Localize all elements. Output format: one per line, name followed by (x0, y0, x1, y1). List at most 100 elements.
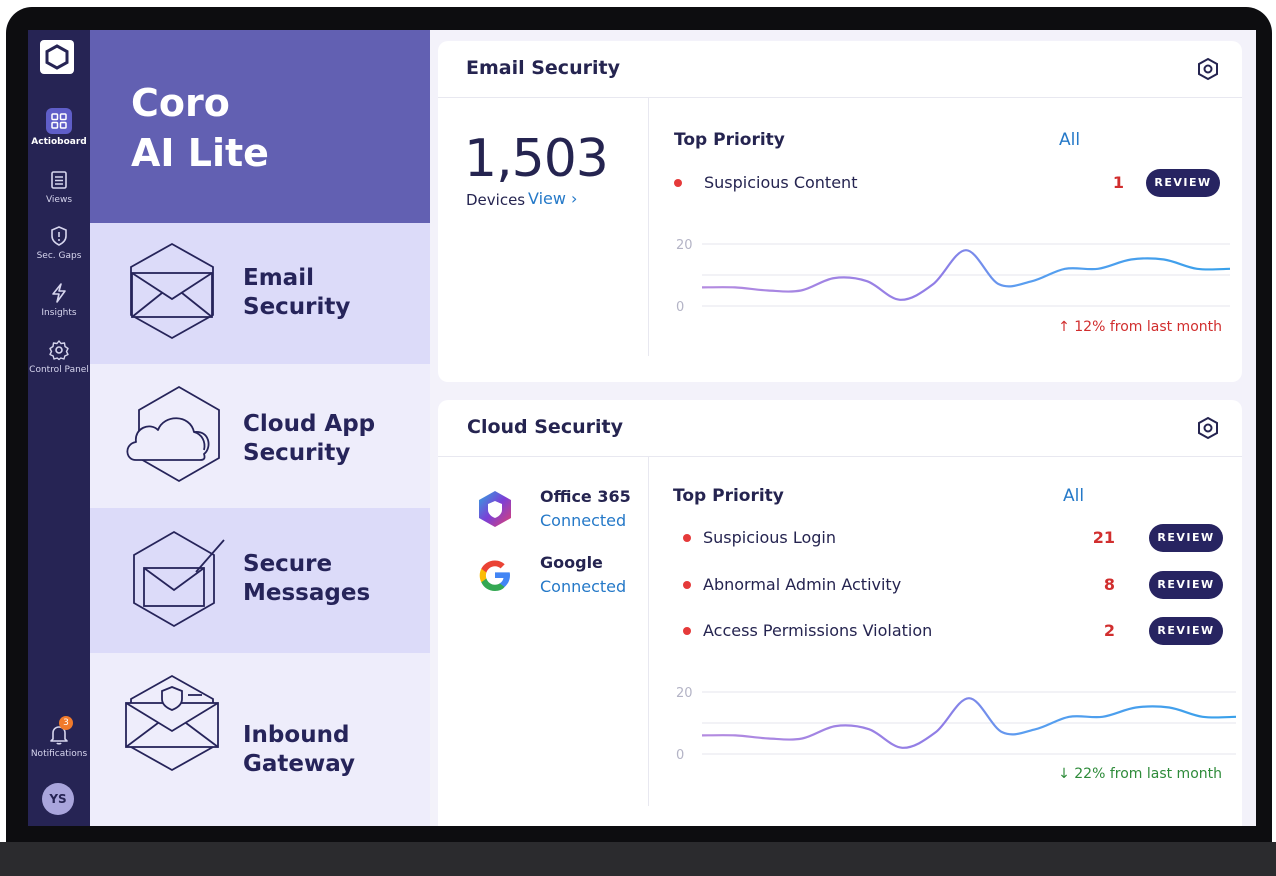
trend-indicator: ↓ 22% from last month (1058, 766, 1222, 782)
devices-count: 1,503 (464, 129, 609, 189)
cloud-trend-chart: 20 0 (676, 686, 1237, 763)
hexagon-logo-icon (45, 44, 69, 70)
sidebar-item-label: Sec. Gaps (36, 251, 82, 261)
google-icon (479, 560, 510, 591)
all-link[interactable]: All (1059, 130, 1080, 150)
card-divider (648, 97, 649, 356)
grid-icon (46, 108, 72, 134)
sidebar-item-label: Control Panel (29, 365, 89, 375)
card-title: Email Security (466, 57, 620, 79)
gear-icon (49, 340, 69, 361)
review-button[interactable]: REVIEW (1146, 169, 1220, 197)
secure-messages-icon (133, 530, 225, 628)
alert-name: Suspicious Login (703, 528, 836, 547)
product-secure-messages[interactable]: Secure Messages (90, 508, 430, 653)
product-name-line1: Email (243, 265, 314, 291)
devices-label: Devices (466, 191, 526, 209)
inbound-gateway-icon (125, 674, 219, 772)
y-tick-label: 0 (676, 300, 684, 315)
alert-row: Abnormal Admin Activity 8 REVIEW (683, 571, 1243, 599)
notification-count-badge: 3 (59, 716, 73, 730)
brand-title: Coro AI Lite (131, 78, 269, 178)
alert-dot (683, 534, 691, 542)
coro-logo[interactable] (40, 40, 74, 74)
sidebar-item-sec-gaps[interactable]: Sec. Gaps (28, 224, 90, 261)
review-button[interactable]: REVIEW (1149, 617, 1223, 645)
alert-dot (683, 627, 691, 635)
email-security-icon (130, 242, 214, 340)
connection-status: Connected (540, 511, 627, 530)
card-header: Email Security (438, 41, 1242, 98)
sidebar-item-views[interactable]: Views (28, 168, 90, 205)
brand-title-line1: Coro (131, 81, 230, 125)
connection-status: Connected (540, 577, 627, 596)
product-name-line1: Cloud App (243, 411, 376, 437)
lightning-icon (52, 283, 66, 303)
card-header: Cloud Security (438, 400, 1242, 457)
y-tick-label: 20 (676, 686, 693, 701)
sidebar-item-label: Actioboard (31, 137, 87, 147)
alert-name: Abnormal Admin Activity (703, 575, 902, 594)
brand-banner: Coro AI Lite (90, 30, 430, 223)
office365-icon (479, 491, 511, 527)
alert-row: Suspicious Login 21 REVIEW (683, 524, 1243, 552)
alert-count: 21 (1092, 528, 1115, 547)
cloud-security-card: Cloud Security Office 365 Connected Goog… (438, 400, 1242, 826)
product-name-line2: Messages (243, 580, 371, 606)
hexagon-settings-icon[interactable] (1196, 416, 1220, 440)
product-name-line2: Security (243, 440, 351, 466)
connection-name: Office 365 (540, 487, 631, 506)
email-security-card: Email Security 1,503 Devices View › Top … (438, 41, 1242, 382)
product-cloud-app-security[interactable]: Cloud App Security (90, 364, 430, 508)
product-name-line1: Inbound (243, 722, 350, 748)
user-avatar[interactable]: YS (42, 783, 74, 815)
sidebar-item-label: Notifications (30, 749, 88, 759)
product-email-security[interactable]: Email Security (90, 223, 430, 364)
review-button[interactable]: REVIEW (1149, 524, 1223, 552)
connection-name: Google (540, 553, 603, 572)
sidebar-item-label: Insights (41, 308, 77, 318)
sidebar-item-notifications[interactable]: 3 Notifications (28, 716, 90, 759)
alert-dot (674, 179, 682, 187)
sidebar-rail: Actioboard Views Sec. Gaps Insights Cont… (28, 30, 90, 826)
product-list: Coro AI Lite Email Security Cloud App Se… (90, 30, 430, 826)
product-name-line1: Secure (243, 551, 333, 577)
list-icon (51, 171, 67, 189)
trend-indicator: ↑ 12% from last month (1058, 319, 1222, 335)
review-button[interactable]: REVIEW (1149, 571, 1223, 599)
laptop-base (0, 842, 1276, 876)
hexagon-settings-icon[interactable] (1196, 57, 1220, 81)
alert-row: Access Permissions Violation 2 REVIEW (683, 617, 1243, 645)
product-name-line2: Security (243, 294, 351, 320)
product-name: Secure Messages (243, 550, 370, 608)
connection-google[interactable]: Google Connected (474, 553, 626, 600)
app-screen: Actioboard Views Sec. Gaps Insights Cont… (28, 30, 1256, 826)
product-name: Inbound Gateway (243, 721, 355, 779)
y-tick-label: 20 (676, 238, 693, 253)
shield-alert-icon (51, 226, 67, 246)
y-tick-label: 0 (676, 748, 684, 763)
product-name-line2: Gateway (243, 751, 356, 777)
card-title: Cloud Security (467, 416, 623, 438)
sidebar-item-actioboard[interactable]: Actioboard (28, 108, 90, 147)
top-priority-heading: Top Priority (673, 486, 784, 506)
alert-count: 8 (1103, 575, 1115, 594)
top-priority-heading: Top Priority (674, 130, 785, 150)
all-link[interactable]: All (1063, 486, 1084, 506)
sidebar-item-label: Views (45, 195, 73, 205)
product-name: Email Security (243, 264, 350, 322)
sidebar-item-insights[interactable]: Insights (28, 281, 90, 318)
brand-title-line2: AI Lite (131, 131, 269, 175)
product-name: Cloud App Security (243, 410, 375, 468)
card-divider (648, 456, 649, 806)
alert-count: 1 (1112, 173, 1124, 192)
cloud-security-icon (126, 385, 220, 483)
alert-count: 2 (1103, 621, 1115, 640)
sidebar-item-control-panel[interactable]: Control Panel (28, 338, 90, 375)
product-inbound-gateway[interactable]: Inbound Gateway (90, 653, 430, 826)
alert-row: Suspicious Content 1 REVIEW (674, 169, 1234, 197)
alert-name: Access Permissions Violation (703, 621, 933, 640)
view-devices-link[interactable]: View › (528, 189, 577, 208)
connection-office365[interactable]: Office 365 Connected (474, 487, 631, 534)
alert-dot (683, 581, 691, 589)
